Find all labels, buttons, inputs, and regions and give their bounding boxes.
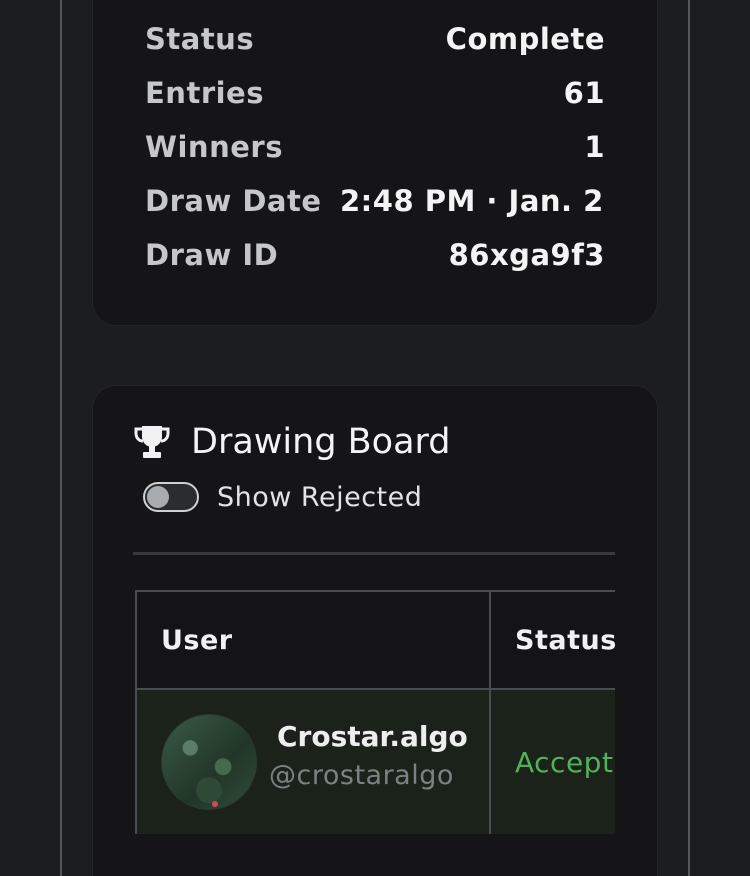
avatar-dot [212, 801, 218, 807]
show-rejected-label: Show Rejected [217, 481, 423, 513]
info-row-status: Status Complete [145, 19, 605, 59]
info-value: 86xga9f3 [448, 238, 605, 272]
board-header: Drawing Board [133, 420, 451, 464]
divider [133, 552, 615, 555]
column-header-status[interactable]: Status [489, 590, 615, 690]
show-rejected-row: Show Rejected [143, 480, 422, 514]
draw-info-card: Status Complete Entries 61 Winners 1 Dra… [92, 0, 658, 326]
info-label: Status [145, 22, 255, 56]
drawing-board-card: Drawing Board Show Rejected User Status … [92, 385, 658, 876]
info-label: Draw Date [145, 184, 322, 218]
info-row-draw-id: Draw ID 86xga9f3 [145, 235, 605, 275]
show-rejected-toggle[interactable] [143, 482, 199, 512]
table-row-status-cell: Accepted [489, 688, 615, 834]
user-name: Crostar.algo [277, 720, 468, 753]
info-row-winners: Winners 1 [145, 127, 605, 167]
trophy-icon [134, 426, 170, 458]
user-handle: @crostaralgo [269, 760, 454, 791]
info-label: Entries [145, 76, 264, 110]
info-value: 1 [584, 130, 605, 164]
info-value: 61 [563, 76, 605, 110]
column-header-user[interactable]: User [135, 590, 491, 690]
info-label: Draw ID [145, 238, 279, 272]
toggle-knob [147, 486, 169, 508]
drawing-board-table: User Status Crostar.algo @crostaralgo Ac… [135, 590, 615, 834]
avatar [161, 714, 257, 810]
info-value: Complete [445, 22, 605, 56]
board-title: Drawing Board [191, 422, 451, 462]
info-label: Winners [145, 130, 283, 164]
info-row-draw-date: Draw Date 2:48 PM · Jan. 25 [145, 181, 605, 221]
info-row-entries: Entries 61 [145, 73, 605, 113]
status-badge: Accepted [515, 746, 615, 779]
table-row-user-cell[interactable]: Crostar.algo @crostaralgo [135, 688, 491, 834]
info-value: 2:48 PM · Jan. 25 [340, 184, 605, 218]
